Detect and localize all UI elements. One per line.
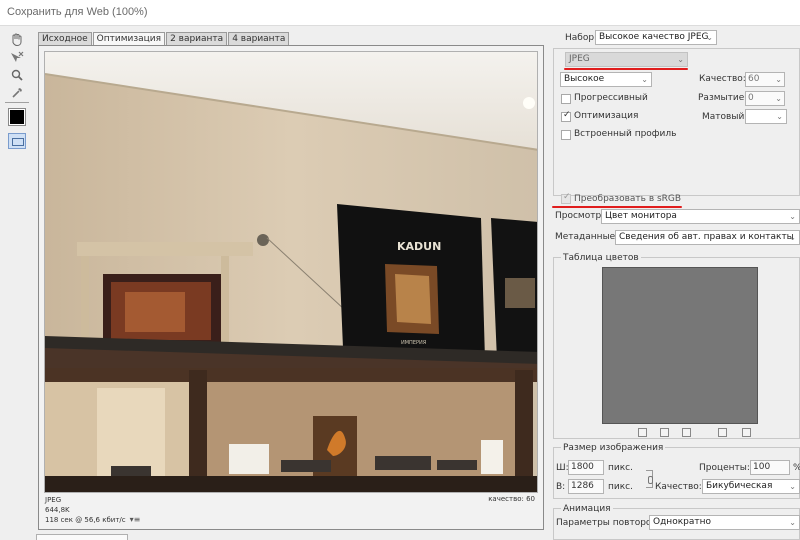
chevron-down-icon: ⌄ xyxy=(776,112,783,121)
web-shift-icon[interactable] xyxy=(660,428,669,437)
tab-4-up[interactable]: 4 варианта xyxy=(228,32,290,45)
quality-input[interactable]: 60 ⌄ xyxy=(745,72,785,87)
preview-info: JPEG 644,8K 118 сек @ 56,6 кбит/с ▾≡ xyxy=(45,495,140,525)
title-bar: Сохранить для Web (100%) xyxy=(0,0,800,26)
quality-preset-value: Высокое xyxy=(564,74,605,84)
format-value: JPEG xyxy=(569,54,590,64)
toggle-slices-visibility-button[interactable] xyxy=(8,133,26,149)
zoom-tool-icon[interactable] xyxy=(7,67,27,83)
matte-label: Матовый: xyxy=(702,112,748,122)
optimized-label: Оптимизация xyxy=(574,111,639,121)
animation-title: Анимация xyxy=(561,503,613,516)
download-speed-menu-icon[interactable]: ▾≡ xyxy=(130,515,141,525)
chevron-down-icon: ⌄ xyxy=(789,482,796,491)
percent-label: Проценты: xyxy=(699,463,750,473)
preview-value: Цвет монитора xyxy=(605,211,677,221)
preview-label: Просмотр: xyxy=(555,211,605,221)
slice-select-tool-icon[interactable] xyxy=(7,49,27,65)
color-table-title: Таблица цветов xyxy=(561,252,641,265)
link-icon[interactable] xyxy=(646,470,653,488)
tab-2-up[interactable]: 2 варианта xyxy=(166,32,228,45)
new-color-icon[interactable] xyxy=(718,428,727,437)
height-value: 1286 xyxy=(571,481,594,491)
preset-dropdown[interactable]: Высокое качество JPEG ⌄ xyxy=(595,30,717,45)
map-color-icon[interactable] xyxy=(638,428,647,437)
preview-dropdown[interactable]: Цвет монитора ⌄ xyxy=(601,209,800,224)
tab-original[interactable]: Исходное xyxy=(38,32,92,45)
toolbox xyxy=(0,26,33,540)
metadata-dropdown[interactable]: Сведения об авт. правах и контакты ⌄ xyxy=(615,230,800,245)
store-interior-photo: KADUN ИМПЕРИЯ xyxy=(45,52,537,492)
embed-profile-label: Встроенный профиль xyxy=(574,129,677,139)
image-size-title: Размер изображения xyxy=(561,442,666,455)
preview-file-size: 644,8K xyxy=(45,506,70,514)
hand-tool-icon[interactable] xyxy=(7,31,27,47)
quality-preset-dropdown[interactable]: Высокое ⌄ xyxy=(560,72,652,87)
convert-srgb-checkbox[interactable] xyxy=(561,192,571,204)
chevron-down-icon: ⌄ xyxy=(677,55,684,64)
blur-input[interactable]: 0 ⌄ xyxy=(745,91,785,106)
resample-quality-dropdown[interactable]: Бикубическая ⌄ xyxy=(702,479,800,494)
chevron-down-icon: ⌄ xyxy=(789,212,796,221)
width-label: Ш: xyxy=(556,463,569,473)
chevron-down-icon: ⌄ xyxy=(775,94,782,103)
resample-quality-label: Качество: xyxy=(655,482,702,492)
metadata-label: Метаданные: xyxy=(555,232,619,242)
convert-srgb-label: Преобразовать в sRGB xyxy=(574,194,682,204)
red-annotation-underline xyxy=(564,68,688,70)
format-dropdown[interactable]: JPEG ⌄ xyxy=(565,52,688,67)
height-unit: пикс. xyxy=(608,482,633,492)
height-label: В: xyxy=(556,482,566,492)
window-title: Сохранить для Web (100%) xyxy=(7,6,148,18)
preview-download-time: 118 сек @ 56,6 кбит/с xyxy=(45,516,126,524)
width-input[interactable]: 1800 xyxy=(568,460,604,475)
loop-dropdown[interactable]: Однократно ⌄ xyxy=(649,515,800,530)
chevron-down-icon: ⌄ xyxy=(775,75,782,84)
embed-profile-checkbox[interactable] xyxy=(561,130,571,140)
bottom-strip xyxy=(36,534,128,540)
poster-sub-text: ИМПЕРИЯ xyxy=(401,340,426,346)
settings-panel: Набор: Высокое качество JPEG ⌄ JPEG ⌄ Высо… xyxy=(548,26,800,540)
loop-label: Параметры повторов: xyxy=(556,518,660,528)
matte-dropdown[interactable]: ⌄ xyxy=(745,109,787,124)
trash-icon[interactable] xyxy=(742,428,751,437)
percent-unit: % xyxy=(793,462,800,475)
resample-quality-value: Бикубическая xyxy=(706,481,773,491)
poster-brand-text: KADUN xyxy=(397,240,441,253)
tab-optimized[interactable]: Оптимизация xyxy=(92,32,166,45)
progressive-checkbox[interactable] xyxy=(561,94,571,104)
width-unit: пикс. xyxy=(608,463,633,473)
chevron-down-icon: ⌄ xyxy=(706,33,713,42)
quality-label: Качество: xyxy=(699,74,746,84)
color-table-swatches[interactable] xyxy=(602,267,758,424)
preview-frame: KADUN ИМПЕРИЯ JPEG 644,8K 118 сек @ 56,6… xyxy=(38,45,544,530)
red-annotation-underline xyxy=(552,206,682,208)
view-tabs: Исходное Оптимизация 2 варианта 4 вариан… xyxy=(38,32,290,45)
preset-label: Набор: xyxy=(565,33,598,43)
lock-color-icon[interactable] xyxy=(682,428,691,437)
chevron-down-icon: ⌄ xyxy=(641,75,648,84)
blur-label: Размытие: xyxy=(698,93,748,103)
quality-input-value: 60 xyxy=(748,74,760,84)
progressive-label: Прогрессивный xyxy=(574,93,648,103)
width-value: 1800 xyxy=(571,462,594,472)
eyedropper-color-swatch[interactable] xyxy=(8,108,26,126)
metadata-value: Сведения об авт. правах и контакты xyxy=(619,232,794,242)
blur-input-value: 0 xyxy=(748,93,754,103)
preset-value: Высокое качество JPEG xyxy=(599,32,709,42)
chevron-down-icon: ⌄ xyxy=(789,518,796,527)
toolbox-separator xyxy=(5,102,29,103)
preview-area: Исходное Оптимизация 2 варианта 4 вариан… xyxy=(33,26,544,540)
preview-format: JPEG xyxy=(45,496,62,504)
chevron-down-icon: ⌄ xyxy=(789,233,796,242)
percent-value: 100 xyxy=(753,462,771,472)
eyedropper-tool-icon[interactable] xyxy=(7,85,27,101)
height-input[interactable]: 1286 xyxy=(568,479,604,494)
image-preview[interactable]: KADUN ИМПЕРИЯ xyxy=(44,51,538,493)
loop-value: Однократно xyxy=(653,517,711,527)
preview-quality: качество: 60 xyxy=(488,495,535,503)
optimized-checkbox[interactable] xyxy=(561,110,571,122)
percent-input[interactable]: 100 xyxy=(750,460,790,475)
